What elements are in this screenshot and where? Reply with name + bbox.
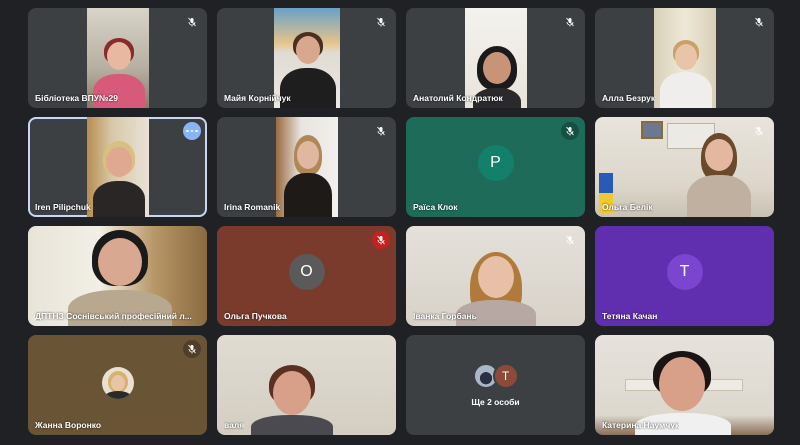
participant-name: ДПТНЗ Соснівський професійний л... <box>35 311 192 321</box>
mic-off-icon[interactable] <box>750 122 768 140</box>
avatar: T <box>666 254 703 290</box>
participant-tile[interactable]: Майя Корнійчук <box>217 8 396 108</box>
participant-tile[interactable]: Катерина Наумчук <box>595 335 774 435</box>
avatar <box>101 367 134 399</box>
participant-tile[interactable]: T Ще 2 особи <box>406 335 585 435</box>
participant-tile[interactable]: Жанна Воронко <box>28 335 207 435</box>
participant-name: Тетяна Качан <box>602 311 658 321</box>
avatar: O <box>288 254 325 290</box>
participant-name: Анатолий Кондратюк <box>413 93 503 103</box>
participant-tile[interactable]: Іванка Горбань <box>406 226 585 326</box>
participant-video <box>275 117 338 217</box>
participant-name: Катерина Наумчук <box>602 420 680 430</box>
participant-name: Ольга Белік <box>602 202 653 212</box>
mic-off-icon[interactable] <box>561 231 579 249</box>
participant-name: валя <box>224 420 245 430</box>
participant-name: Ольга Пучкова <box>224 311 287 321</box>
avatar-group: T <box>472 363 519 389</box>
mic-off-icon[interactable] <box>561 13 579 31</box>
participant-tile[interactable]: T Тетяна Качан <box>595 226 774 326</box>
participant-name: Iren Pilipchuk <box>35 202 91 212</box>
participant-tile[interactable]: Iren Pilipchuk <box>28 117 207 217</box>
participant-grid: Бібліотека ВПУ№29 Майя Корнійчук Анатоли… <box>28 8 774 440</box>
mic-off-icon[interactable] <box>183 13 201 31</box>
participant-tile[interactable]: валя <box>217 335 396 435</box>
participant-name: Майя Корнійчук <box>224 93 291 103</box>
participant-tile[interactable]: P Раїса Клок <box>406 117 585 217</box>
more-participants-label: Ще 2 особи <box>471 397 520 407</box>
participant-name: Бібліотека ВПУ№29 <box>35 93 118 103</box>
participant-tile[interactable]: Алла Безрук <box>595 8 774 108</box>
participant-video <box>86 117 149 217</box>
participant-name: Раїса Клок <box>413 202 458 212</box>
participant-name: Іванка Горбань <box>413 311 477 321</box>
participant-name: Алла Безрук <box>602 93 656 103</box>
mic-off-icon[interactable] <box>750 13 768 31</box>
participant-tile[interactable]: O Ольга Пучкова <box>217 226 396 326</box>
mic-off-icon[interactable] <box>183 340 201 358</box>
participant-tile[interactable]: Ольга Белік <box>595 117 774 217</box>
more-horizontal-icon[interactable] <box>183 122 201 140</box>
participant-tile[interactable]: ДПТНЗ Соснівський професійний л... <box>28 226 207 326</box>
participant-name: Жанна Воронко <box>35 420 102 430</box>
avatar: P <box>477 145 514 181</box>
mic-off-icon[interactable] <box>372 122 390 140</box>
participant-name: Irina Romanik <box>224 202 281 212</box>
mic-off-icon[interactable] <box>372 231 390 249</box>
participant-tile[interactable]: Бібліотека ВПУ№29 <box>28 8 207 108</box>
participant-video <box>653 8 716 108</box>
participant-tile[interactable]: Irina Romanik <box>217 117 396 217</box>
mic-off-icon[interactable] <box>561 122 579 140</box>
participant-tile[interactable]: Анатолий Кондратюк <box>406 8 585 108</box>
avatar: T <box>492 363 519 389</box>
mic-off-icon[interactable] <box>372 13 390 31</box>
